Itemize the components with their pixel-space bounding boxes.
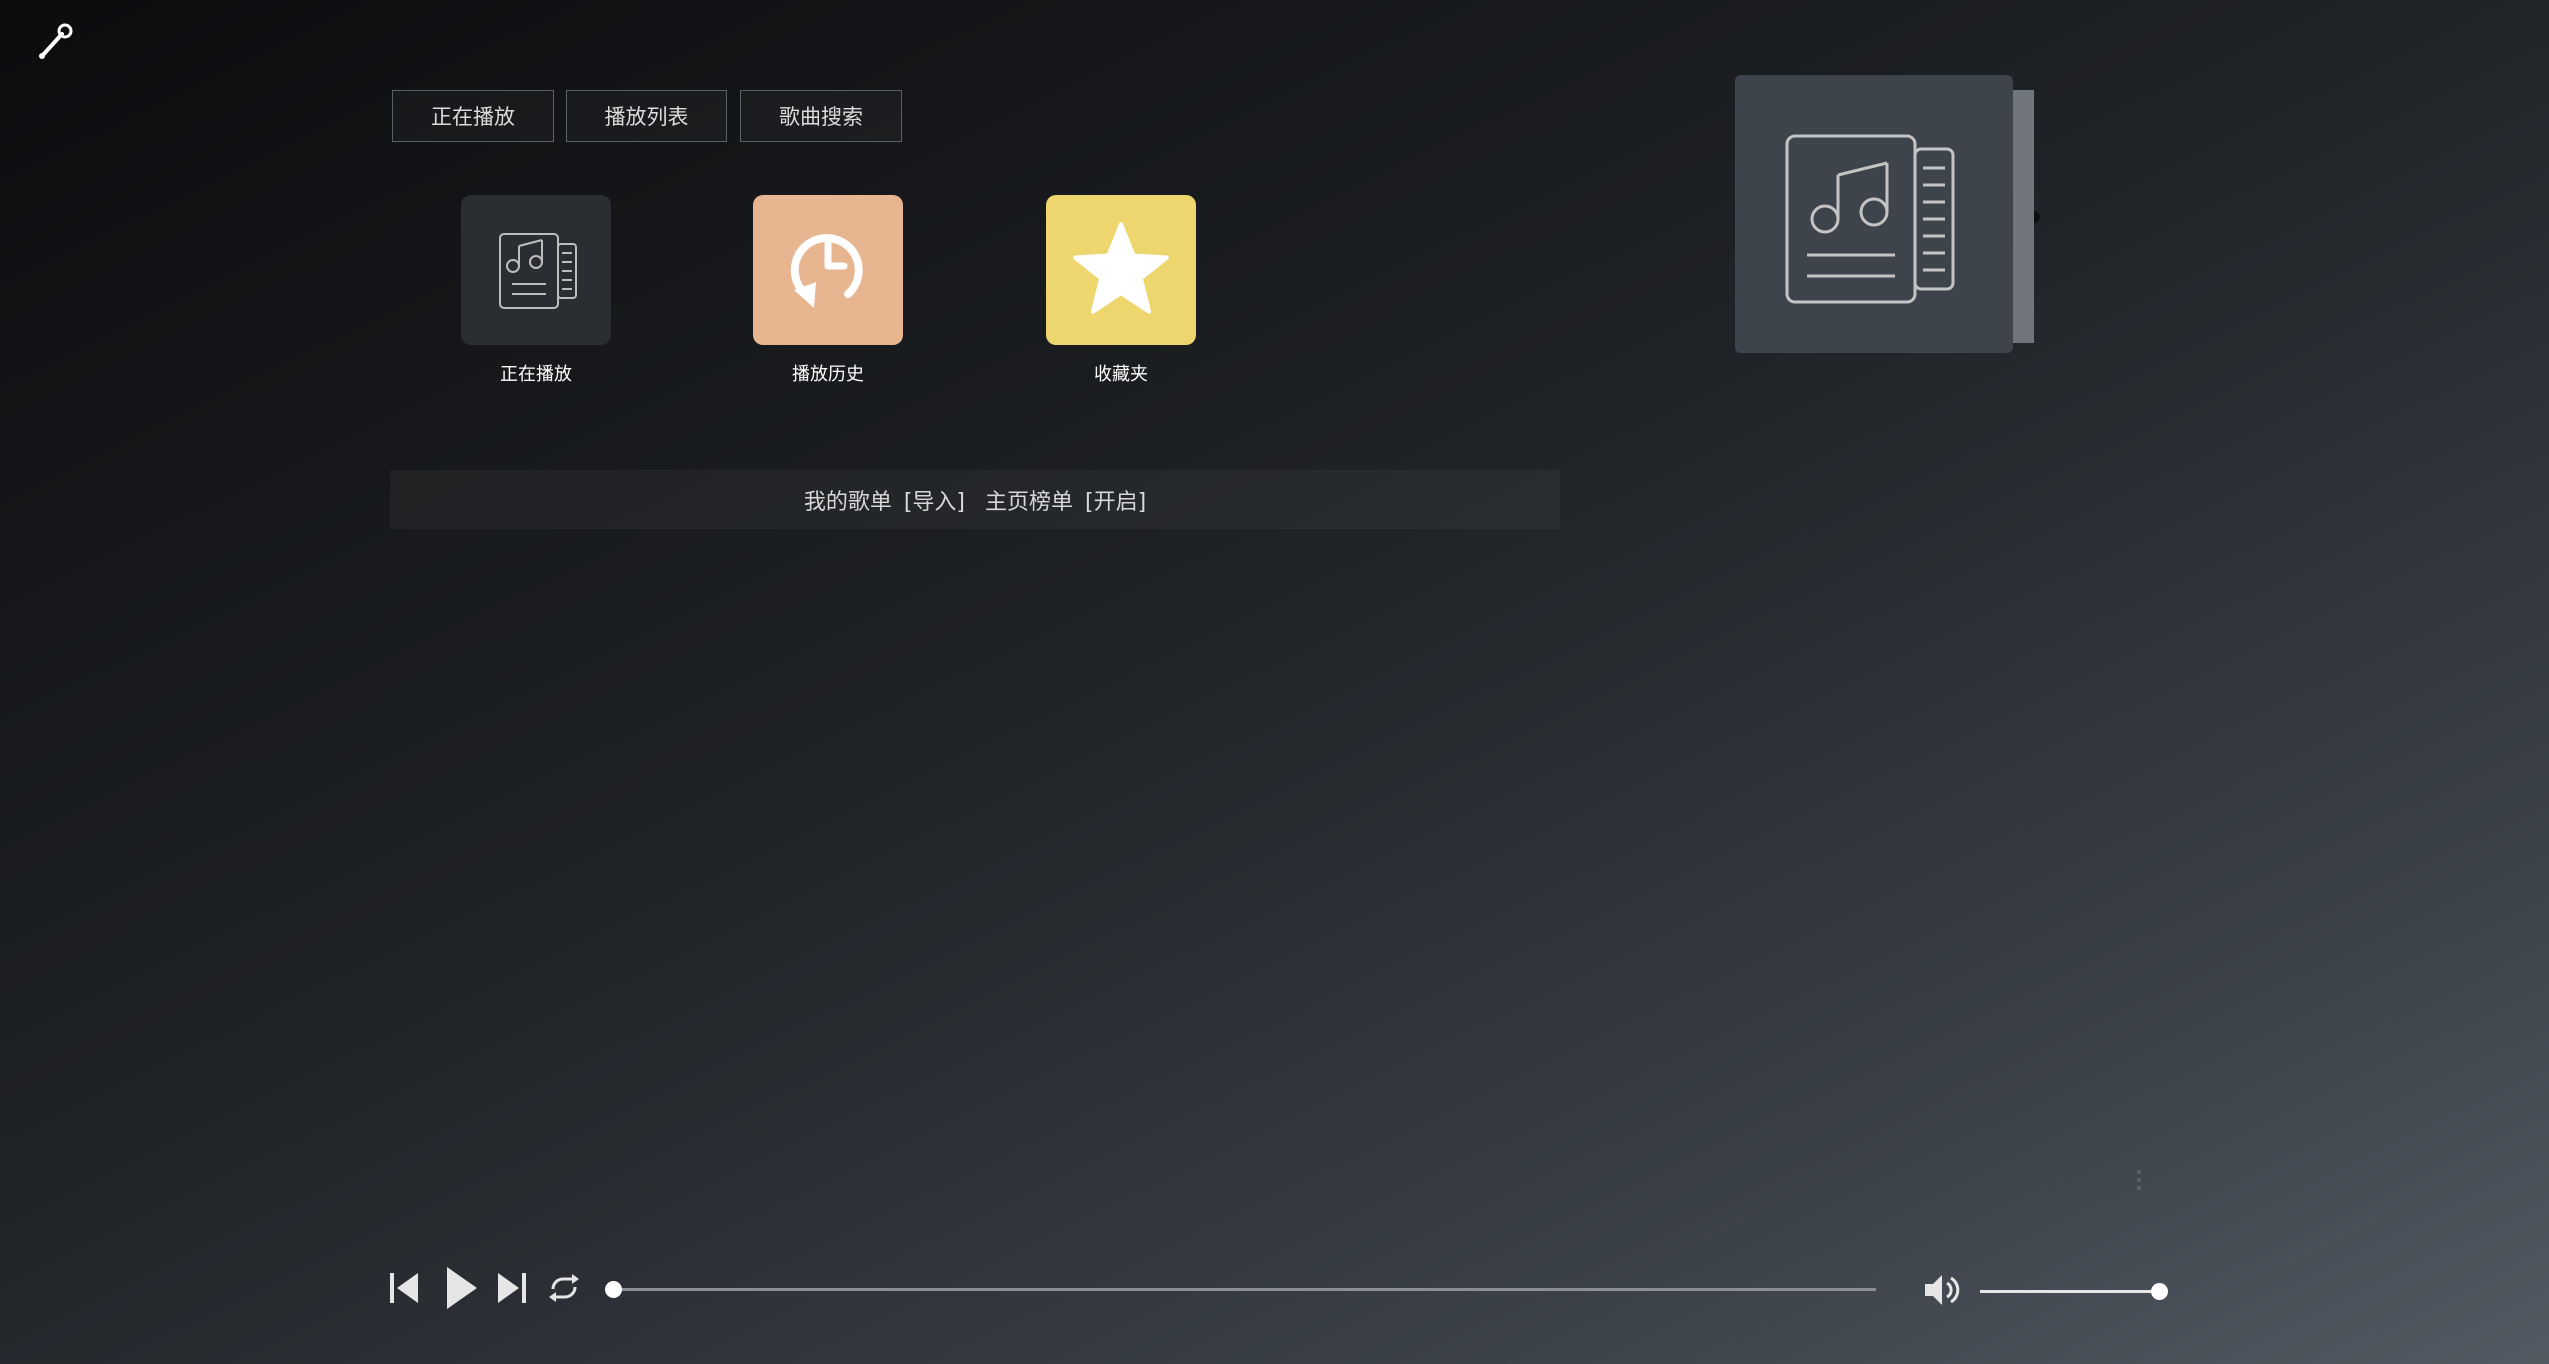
favorites-tile[interactable] [1046, 195, 1196, 345]
wrench-icon [34, 22, 74, 66]
import-playlist-link[interactable]: [导入] [904, 484, 965, 516]
tab-label: 歌曲搜索 [779, 105, 863, 129]
settings-button[interactable] [30, 20, 78, 68]
now-playing-tile[interactable] [461, 195, 611, 345]
album-cover [1735, 75, 2055, 355]
history-clock-icon [778, 218, 878, 322]
history-tile-label: 播放历史 [792, 364, 864, 385]
volume-track[interactable] [1980, 1290, 2160, 1293]
tab-label: 正在播放 [431, 105, 515, 129]
progress-knob[interactable] [605, 1281, 622, 1298]
repeat-icon [545, 1271, 583, 1309]
music-list-icon [486, 218, 586, 322]
more-options-button[interactable] [2120, 1157, 2158, 1203]
favorites-tile-label: 收藏夹 [1094, 364, 1148, 385]
next-button[interactable] [492, 1270, 532, 1310]
history-tile[interactable] [753, 195, 903, 345]
now-playing-tile-label: 正在播放 [500, 364, 572, 385]
home-charts-label: 主页榜单 [985, 489, 1074, 515]
vertical-dots-icon [2137, 1168, 2141, 1192]
tab-song-search[interactable]: 歌曲搜索 [740, 90, 902, 142]
play-icon [441, 1265, 481, 1315]
skip-previous-icon [386, 1270, 422, 1310]
playlist-bar: 我的歌单 [导入] 主页榜单 [开启] [390, 470, 1560, 529]
tab-label: 播放列表 [604, 105, 689, 129]
progress-track[interactable] [614, 1288, 1876, 1291]
star-icon [1069, 216, 1173, 324]
previous-button[interactable] [384, 1270, 424, 1310]
enable-home-charts-link[interactable]: [开启] [1085, 484, 1146, 516]
volume-knob[interactable] [2151, 1283, 2168, 1300]
tab-now-playing[interactable]: 正在播放 [392, 90, 554, 142]
play-button[interactable] [436, 1264, 486, 1316]
my-playlists-label: 我的歌单 [803, 489, 892, 515]
volume-icon [1922, 1270, 1962, 1314]
tab-playlist[interactable]: 播放列表 [566, 90, 727, 142]
skip-next-icon [494, 1270, 530, 1310]
volume-button[interactable] [1920, 1270, 1964, 1314]
loop-button[interactable] [542, 1270, 586, 1310]
